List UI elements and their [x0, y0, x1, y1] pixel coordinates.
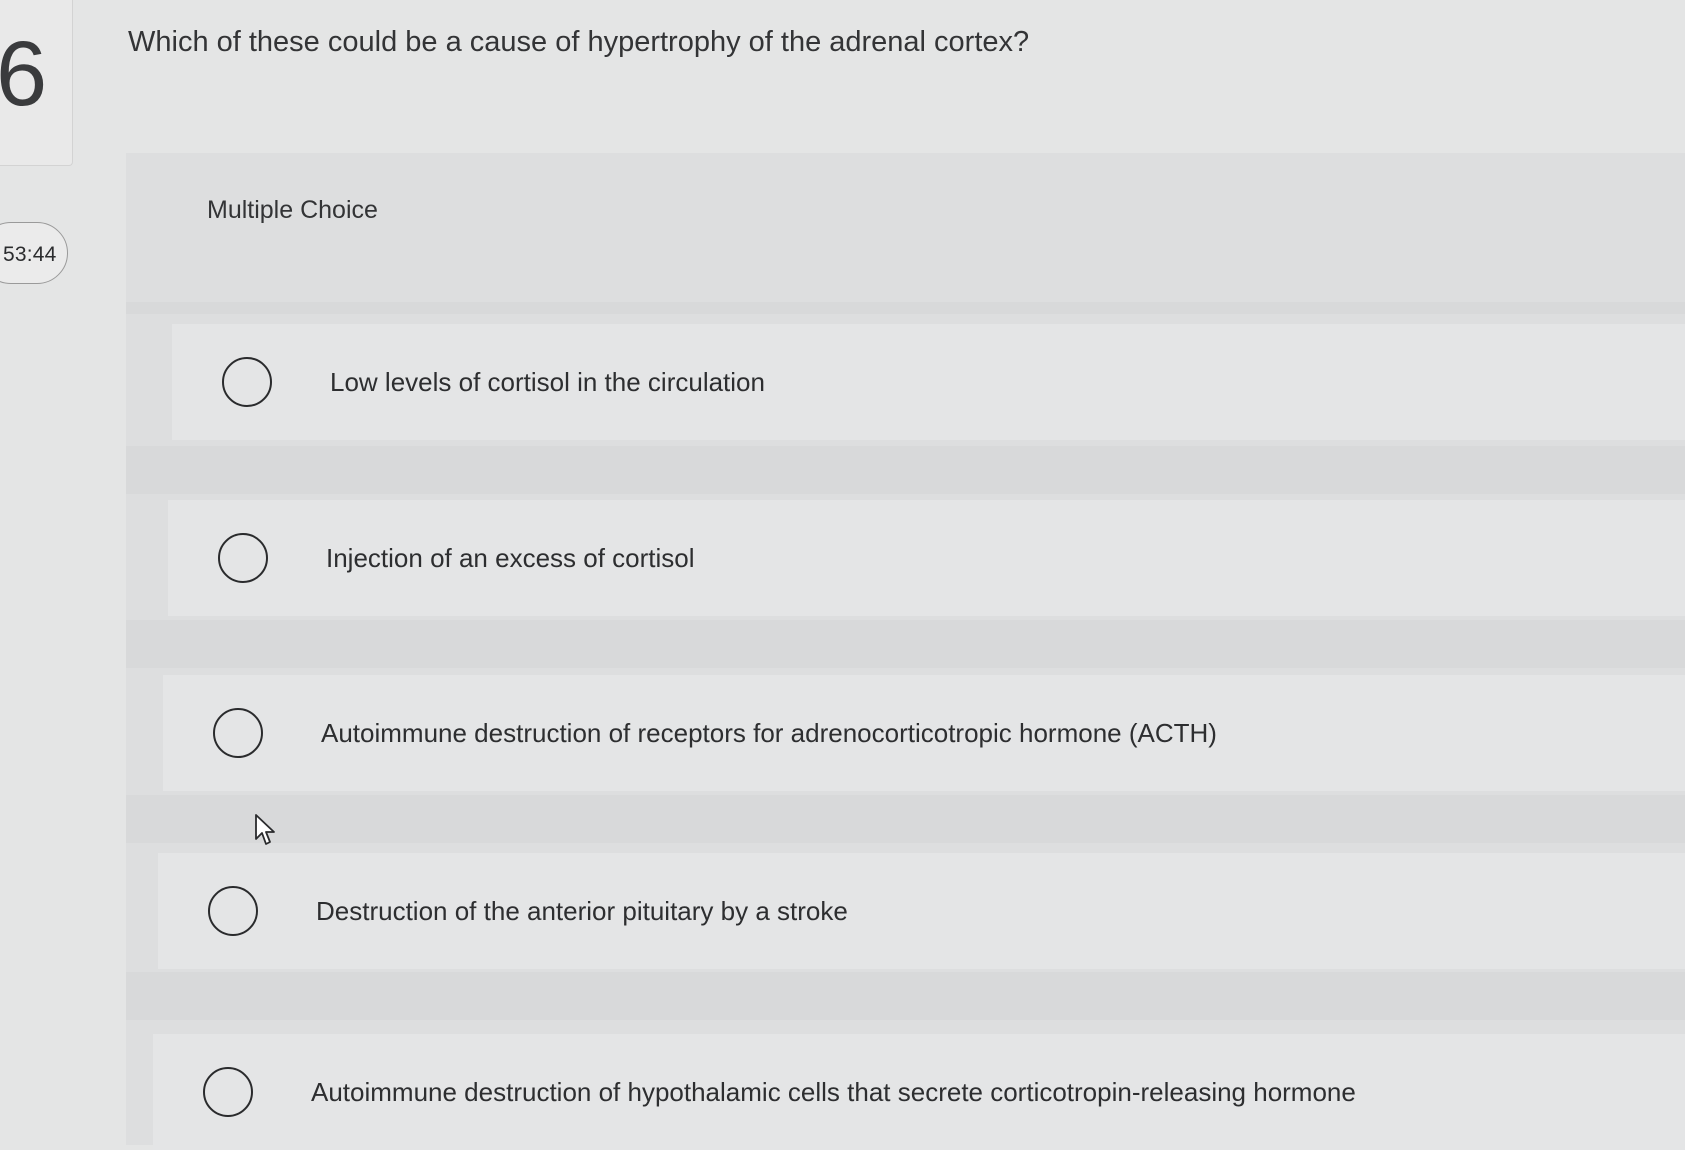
- multiple-choice-label: Multiple Choice: [207, 196, 378, 224]
- choice-option-label: Autoimmune destruction of receptors for …: [321, 717, 1217, 748]
- radio-unchecked-icon[interactable]: [203, 1067, 253, 1117]
- timer-badge: 53:44: [0, 222, 68, 284]
- choice-option-2[interactable]: Injection of an excess of cortisol: [168, 500, 1685, 616]
- radio-unchecked-icon[interactable]: [208, 886, 258, 936]
- choice-divider-band: [126, 795, 1685, 843]
- choice-divider-band: [126, 972, 1685, 1020]
- choice-option-1[interactable]: Low levels of cortisol in the circulatio…: [172, 324, 1685, 440]
- radio-unchecked-icon[interactable]: [213, 708, 263, 758]
- timer-text: 53:44: [3, 243, 57, 266]
- mouse-pointer-icon: [255, 814, 275, 845]
- question-number: 6: [0, 23, 48, 125]
- choice-option-label: Injection of an excess of cortisol: [326, 542, 695, 573]
- choice-option-4[interactable]: Destruction of the anterior pituitary by…: [158, 853, 1685, 969]
- radio-unchecked-icon[interactable]: [222, 357, 272, 407]
- choice-option-3[interactable]: Autoimmune destruction of receptors for …: [163, 675, 1685, 791]
- choice-divider-band: [126, 302, 1685, 314]
- choice-option-label: Destruction of the anterior pituitary by…: [316, 895, 848, 926]
- choice-option-label: Autoimmune destruction of hypothalamic c…: [311, 1076, 1356, 1107]
- choice-divider-band: [126, 446, 1685, 494]
- question-prompt: Which of these could be a cause of hyper…: [128, 26, 1030, 58]
- choice-divider-band: [126, 620, 1685, 668]
- choice-option-5[interactable]: Autoimmune destruction of hypothalamic c…: [153, 1034, 1685, 1150]
- choice-option-label: Low levels of cortisol in the circulatio…: [330, 366, 765, 397]
- radio-unchecked-icon[interactable]: [218, 533, 268, 583]
- question-sidebar: 6: [0, 0, 73, 166]
